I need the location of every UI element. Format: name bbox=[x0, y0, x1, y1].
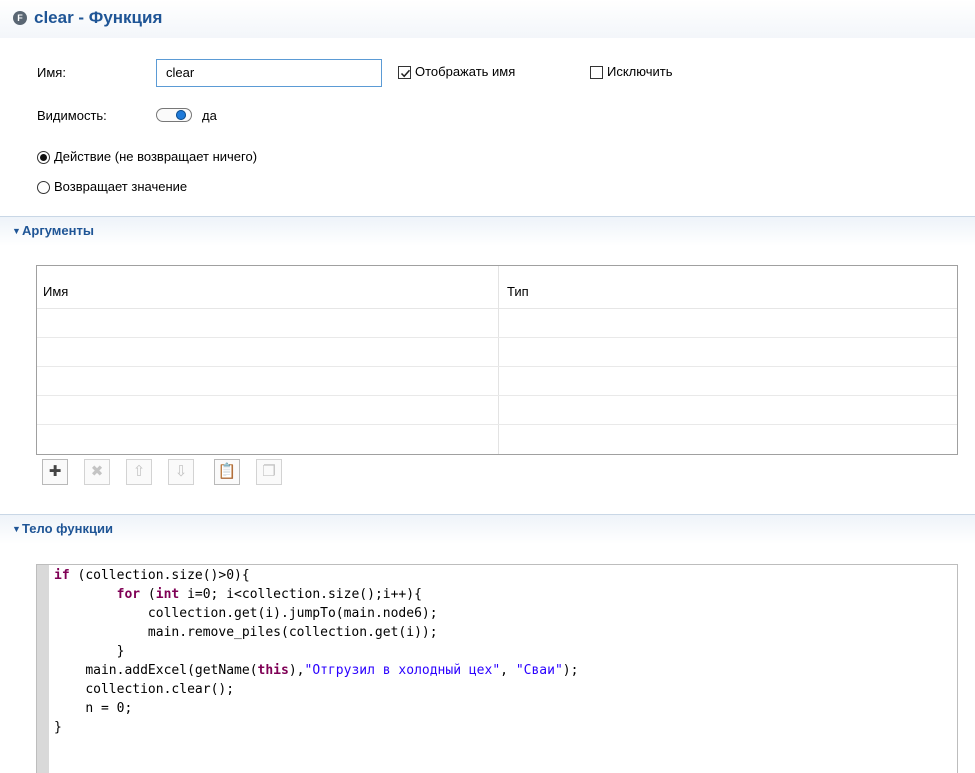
arguments-table[interactable]: Имя Тип bbox=[36, 265, 958, 455]
table-row bbox=[37, 424, 957, 425]
title-bar: F clear - Функция bbox=[0, 0, 975, 38]
function-body-section-header[interactable]: ▼ Тело функции bbox=[0, 514, 975, 544]
visibility-label: Видимость: bbox=[37, 108, 107, 123]
arguments-section-header[interactable]: ▼ Аргументы bbox=[0, 216, 975, 246]
function-body-section-title: Тело функции bbox=[22, 521, 113, 536]
move-up-button[interactable]: ⇧ bbox=[126, 459, 152, 485]
checkmark-icon bbox=[400, 69, 411, 78]
toggle-knob bbox=[176, 110, 186, 120]
arguments-section-title: Аргументы bbox=[22, 223, 94, 238]
show-name-checkbox[interactable] bbox=[398, 66, 411, 79]
collapse-arrow-icon: ▼ bbox=[12, 226, 21, 236]
code-line: if (collection.size()>0){ bbox=[54, 568, 250, 583]
radio-return-value[interactable] bbox=[37, 181, 50, 194]
code-line: collection.get(i).jumpTo(main.node6); bbox=[147, 606, 438, 621]
column-header-name[interactable]: Имя bbox=[43, 284, 68, 299]
delete-argument-button[interactable]: ✖ bbox=[84, 459, 110, 485]
visibility-toggle[interactable] bbox=[156, 108, 192, 122]
function-icon: F bbox=[13, 11, 27, 25]
code-line: main.remove_piles(collection.get(i)); bbox=[147, 625, 438, 640]
radio-action-label: Действие (не возвращает ничего) bbox=[54, 149, 258, 164]
table-row bbox=[37, 366, 957, 367]
arguments-table-header: Имя Тип bbox=[37, 266, 957, 309]
radio-action[interactable] bbox=[37, 151, 50, 164]
exclude-label: Исключить bbox=[607, 64, 673, 79]
add-argument-button[interactable]: ✚ bbox=[42, 459, 68, 485]
radio-selected-dot bbox=[40, 154, 47, 161]
code-line: n = 0; bbox=[85, 701, 133, 716]
collapse-arrow-icon: ▼ bbox=[12, 524, 21, 534]
code-line: main.addExcel(getName(this),"Отгрузил в … bbox=[85, 663, 579, 678]
name-label: Имя: bbox=[37, 65, 66, 80]
code-line: collection.clear(); bbox=[85, 682, 235, 697]
copy-button[interactable]: ❐ bbox=[256, 459, 282, 485]
code-line: for (int i=0; i<collection.size();i++){ bbox=[116, 587, 422, 602]
paste-button[interactable]: 📋 bbox=[214, 459, 240, 485]
table-row bbox=[37, 337, 957, 338]
code-editor[interactable]: if (collection.size()>0){ for (int i=0; … bbox=[36, 564, 958, 773]
exclude-checkbox[interactable] bbox=[590, 66, 603, 79]
move-down-button[interactable]: ⇩ bbox=[168, 459, 194, 485]
code-line: } bbox=[54, 720, 62, 735]
column-separator bbox=[498, 266, 499, 454]
code-gutter bbox=[37, 565, 49, 773]
name-input[interactable]: clear bbox=[156, 59, 382, 87]
table-row bbox=[37, 395, 957, 396]
show-name-label: Отображать имя bbox=[415, 64, 516, 79]
page-title: clear - Функция bbox=[34, 8, 163, 27]
code-line: } bbox=[54, 644, 125, 659]
radio-return-label: Возвращает значение bbox=[54, 179, 188, 194]
visibility-value: да bbox=[202, 108, 217, 123]
column-header-type[interactable]: Тип bbox=[507, 284, 529, 299]
